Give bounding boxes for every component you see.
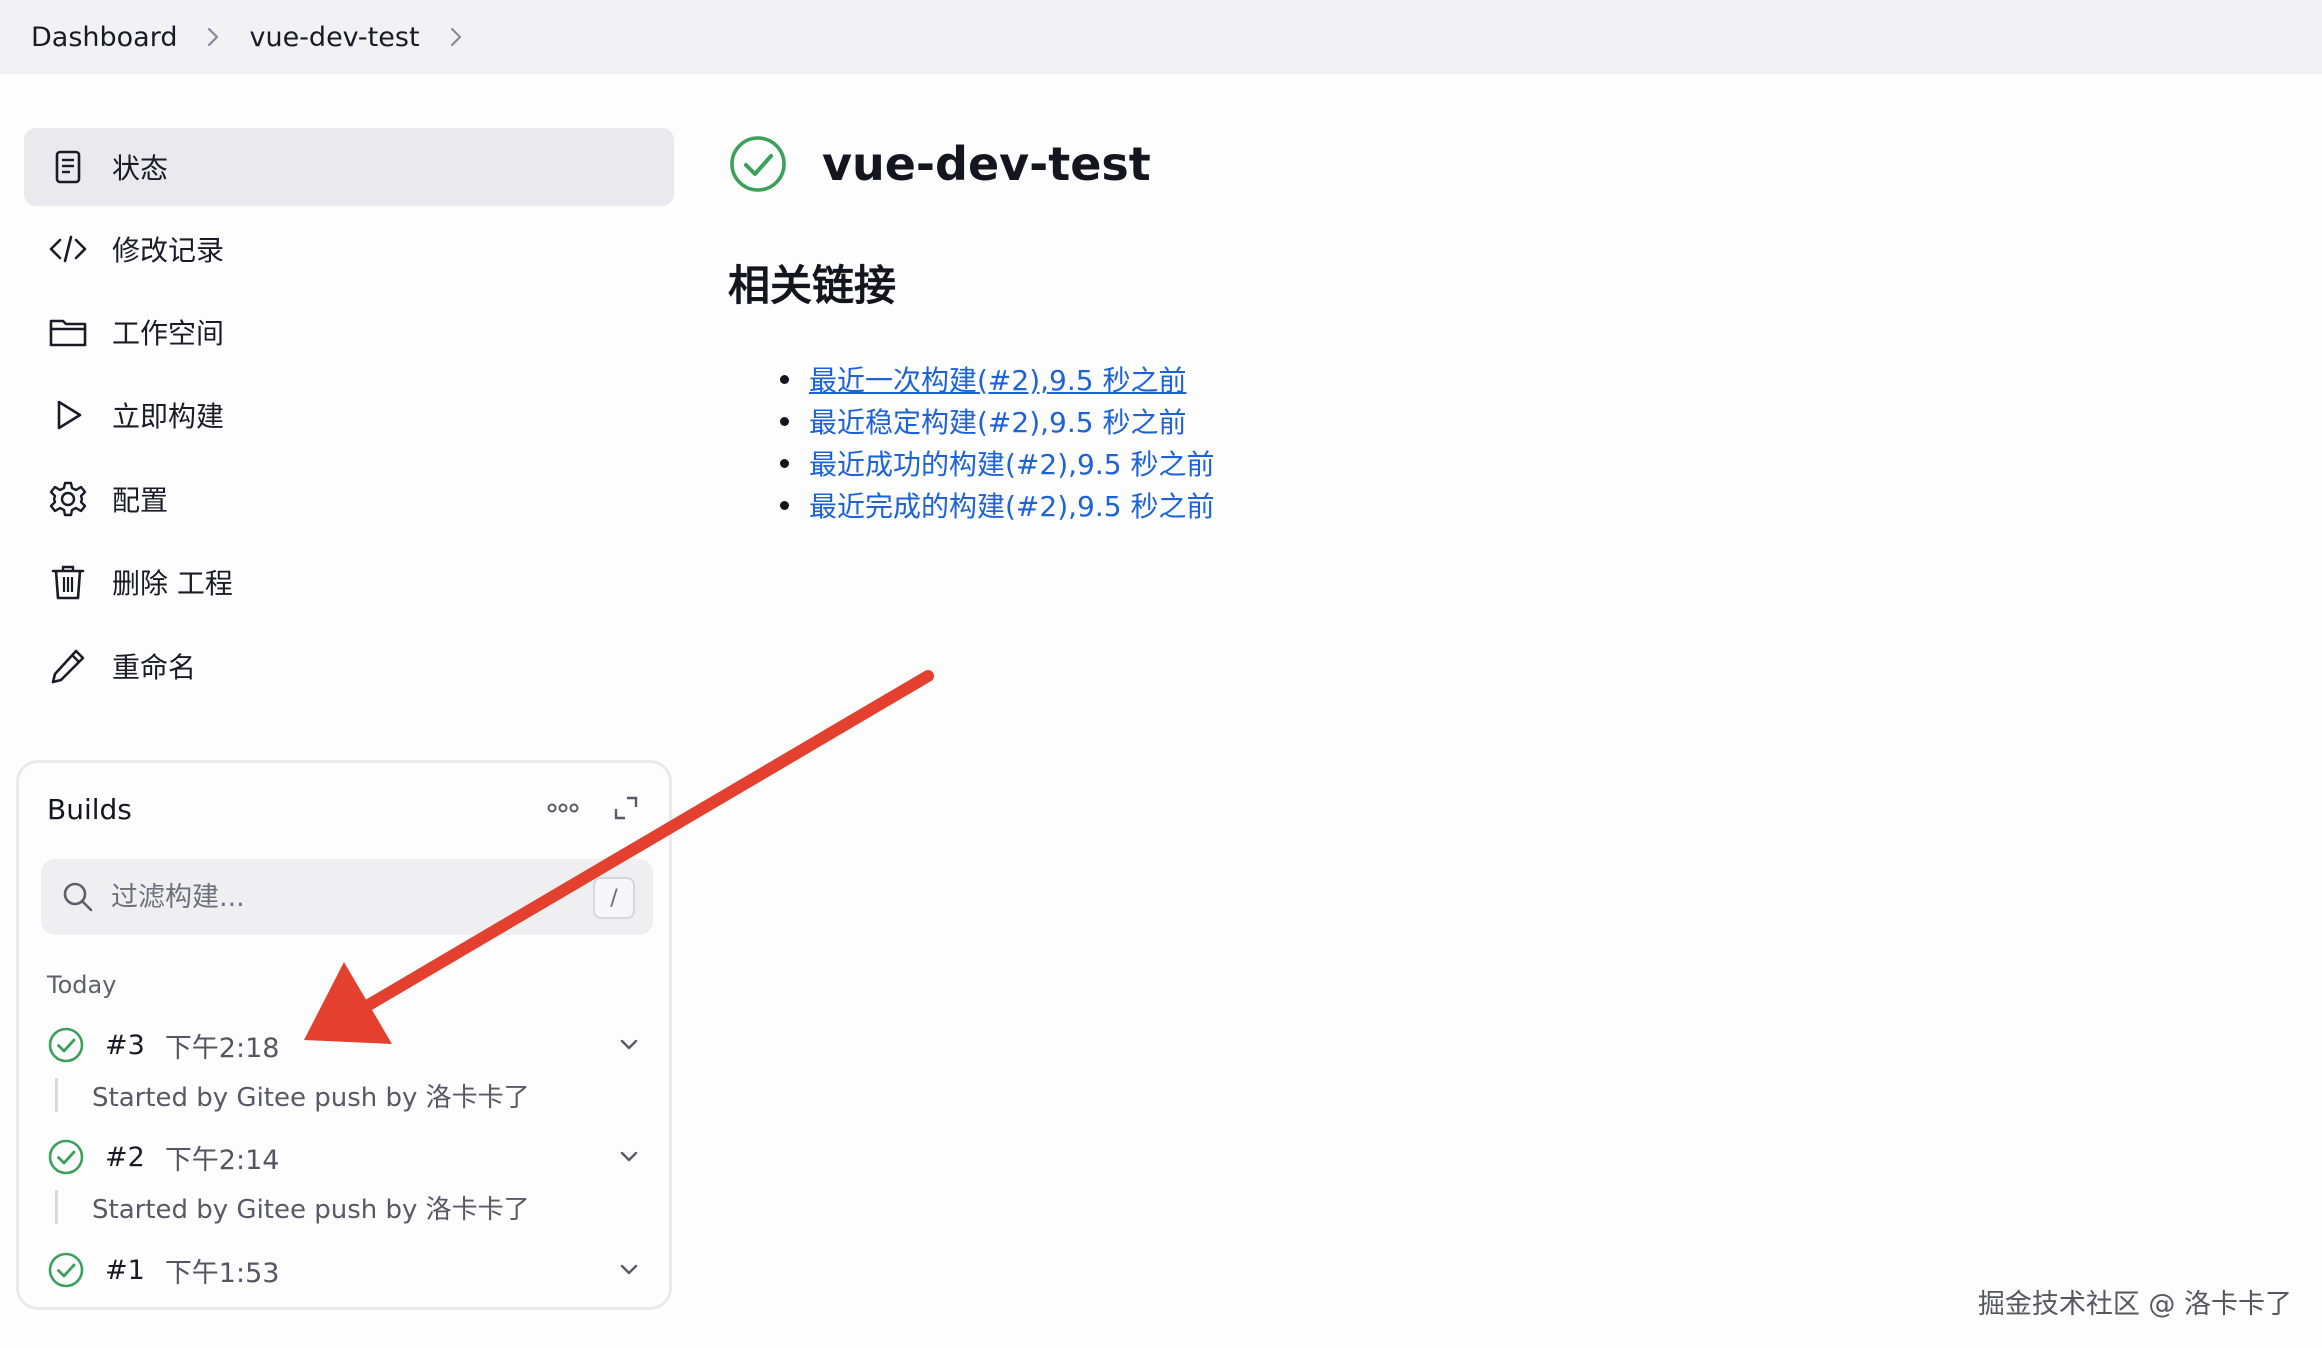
shortcut-key: /: [593, 877, 635, 919]
bullet: [780, 374, 789, 384]
list-item: 最近稳定构建(#2),9.5 秒之前: [780, 400, 1214, 442]
success-icon: [730, 136, 786, 192]
sidebar-item-status[interactable]: 状态: [24, 128, 674, 206]
page-title: vue-dev-test: [822, 137, 1151, 191]
search-icon: [63, 882, 93, 912]
sidebar-item-configure[interactable]: 配置: [24, 460, 674, 538]
sidebar-item-label: 工作空间: [112, 317, 225, 350]
list-item: 最近一次构建(#2),9.5 秒之前: [780, 358, 1214, 400]
chevron-right-icon[interactable]: [177, 26, 249, 48]
success-icon: [48, 1252, 84, 1288]
build-row-2[interactable]: #2 下午2:14: [47, 1135, 651, 1179]
cause-divider: [55, 1190, 58, 1224]
trash-icon: [46, 560, 90, 604]
document-icon: [46, 145, 90, 189]
code-icon: [46, 227, 90, 271]
build-time: 下午2:14: [164, 1144, 280, 1176]
chevron-down-icon[interactable]: [615, 1256, 643, 1284]
watermark: 掘金技术社区 @ 洛卡卡了: [1977, 1289, 2292, 1320]
cause-divider: [55, 1078, 58, 1112]
chevron-down-icon[interactable]: [615, 1031, 643, 1059]
group-label-today: Today: [47, 971, 117, 999]
build-cause: Started by Gitee push by 洛卡卡了: [55, 1190, 530, 1225]
sidebar-item-workspace[interactable]: 工作空间: [24, 293, 674, 371]
play-icon: [46, 393, 90, 437]
build-time: 下午2:18: [164, 1032, 280, 1064]
bullet: [780, 500, 789, 510]
folder-icon: [46, 310, 90, 354]
expand-icon[interactable]: [609, 791, 643, 825]
sidebar-item-label: 删除 工程: [112, 567, 233, 600]
build-row-1[interactable]: #1 下午1:53: [47, 1248, 651, 1292]
more-icon[interactable]: [543, 793, 583, 823]
success-icon: [48, 1027, 84, 1063]
bullet: [780, 458, 789, 468]
chevron-right-icon[interactable]: [420, 26, 492, 48]
build-number[interactable]: #3: [105, 1030, 145, 1061]
sidebar-item-changes[interactable]: 修改记录: [24, 210, 674, 288]
pencil-icon: [46, 644, 90, 688]
link-last-build[interactable]: 最近一次构建(#2),9.5 秒之前: [809, 359, 1186, 399]
build-number[interactable]: #1: [105, 1255, 145, 1286]
section-title: 相关链接: [728, 261, 897, 310]
link-last-successful-build[interactable]: 最近成功的构建(#2),9.5 秒之前: [809, 443, 1214, 483]
gear-icon: [46, 477, 90, 521]
sidebar-item-label: 重命名: [112, 651, 197, 684]
breadcrumb-project[interactable]: vue-dev-test: [249, 22, 419, 53]
sidebar-item-label: 修改记录: [112, 234, 225, 267]
builds-panel: Builds / Today #3 下午2:18 Started by Gite…: [16, 760, 672, 1310]
sidebar-item-rename[interactable]: 重命名: [24, 627, 674, 705]
related-links: 最近一次构建(#2),9.5 秒之前 最近稳定构建(#2),9.5 秒之前 最近…: [780, 358, 1214, 526]
build-row-3[interactable]: #3 下午2:18: [47, 1023, 651, 1067]
link-last-completed-build[interactable]: 最近完成的构建(#2),9.5 秒之前: [809, 485, 1214, 525]
build-cause: Started by Gitee push by 洛卡卡了: [55, 1078, 530, 1113]
build-number[interactable]: #2: [105, 1142, 145, 1173]
build-cause-text: Started by Gitee push by 洛卡卡了: [92, 1194, 530, 1225]
sidebar-item-label: 配置: [112, 484, 169, 517]
breadcrumb: Dashboard vue-dev-test: [0, 0, 2322, 74]
sidebar-item-label: 状态: [112, 152, 169, 185]
sidebar-item-label: 立即构建: [112, 400, 225, 433]
sidebar-item-delete[interactable]: 删除 工程: [24, 543, 674, 621]
list-item: 最近成功的构建(#2),9.5 秒之前: [780, 442, 1214, 484]
link-last-stable-build[interactable]: 最近稳定构建(#2),9.5 秒之前: [809, 401, 1186, 441]
breadcrumb-dashboard[interactable]: Dashboard: [31, 22, 177, 53]
filter-builds[interactable]: /: [41, 859, 653, 935]
success-icon: [48, 1139, 84, 1175]
sidebar-item-build-now[interactable]: 立即构建: [24, 376, 674, 454]
filter-input[interactable]: [111, 881, 581, 913]
chevron-down-icon[interactable]: [615, 1143, 643, 1171]
build-time: 下午1:53: [164, 1257, 280, 1289]
list-item: 最近完成的构建(#2),9.5 秒之前: [780, 484, 1214, 526]
builds-title: Builds: [47, 793, 132, 826]
bullet: [780, 416, 789, 426]
build-cause-text: Started by Gitee push by 洛卡卡了: [92, 1082, 530, 1113]
